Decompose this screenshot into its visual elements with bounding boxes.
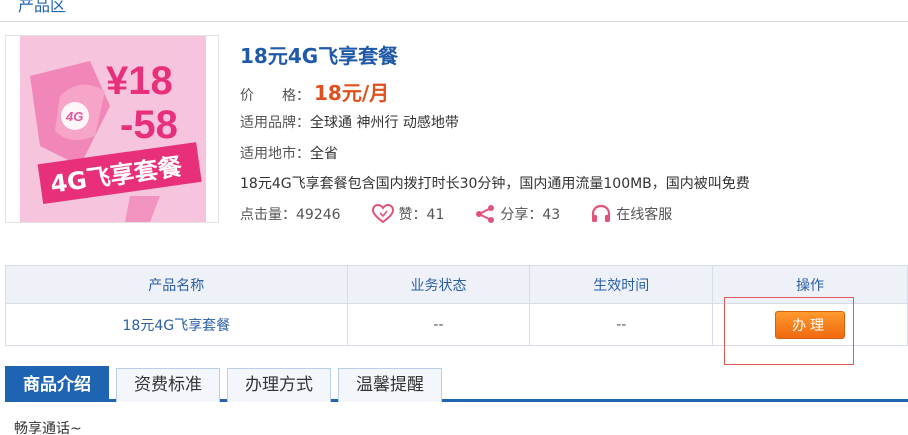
product-description: 18元4G飞享套餐包含国内拨打时长30分钟，国内通用流量100MB，国内被叫免费 <box>240 176 750 192</box>
region-value: 全省 <box>310 146 338 162</box>
price-value: 18元/月 <box>314 81 390 105</box>
region-row: 适用地市：全省 <box>240 143 338 163</box>
tab-reminder[interactable]: 温馨提醒 <box>338 368 442 402</box>
tab-pricing[interactable]: 资费标准 <box>116 368 220 402</box>
online-service-label: 在线客服 <box>616 207 673 223</box>
share-icon <box>476 205 495 223</box>
header-action: 操作 <box>712 265 908 304</box>
product-table: 产品名称 业务状态 生效时间 操作 18元4G飞享套餐 -- -- 办理 <box>5 265 908 346</box>
share-count: 分享：43 <box>500 207 561 223</box>
heart-icon <box>371 204 394 224</box>
like-button[interactable]: 赞：41 <box>371 204 445 224</box>
product-name[interactable]: 18元4G飞享套餐 <box>240 40 398 69</box>
cell-product-name: 18元4G飞享套餐 <box>5 303 348 346</box>
image-price-line1: ¥18 <box>106 59 173 103</box>
image-price-line2: -58 <box>120 103 178 147</box>
section-header: 产品区 <box>0 0 908 22</box>
image-badge: 4G <box>65 109 83 124</box>
page: 产品区 4G ¥18 -58 4G飞享套餐 18元4G飞享套餐 价 格： 18元… <box>0 0 908 435</box>
cell-status: -- <box>346 303 531 346</box>
header-effective-time: 生效时间 <box>529 265 714 304</box>
cell-action: 办理 <box>712 303 908 346</box>
header-status: 业务状态 <box>346 265 531 304</box>
region-label: 适用地市： <box>240 146 310 162</box>
product-image[interactable]: 4G ¥18 -58 4G飞享套餐 <box>5 35 219 223</box>
headset-icon <box>592 204 611 222</box>
table-row: 18元4G飞享套餐 -- -- 办理 <box>5 303 908 346</box>
click-count-text: 点击量：49246 <box>240 207 341 223</box>
brand-label: 适用品牌： <box>240 115 310 131</box>
handle-button[interactable]: 办理 <box>775 310 846 339</box>
stats-bar: 点击量：49246 赞：41 分享：43 在线客服 <box>240 203 702 225</box>
section-title: 产品区 <box>18 0 67 15</box>
tab-how-to-apply[interactable]: 办理方式 <box>227 368 331 402</box>
price-row: 价 格： 18元/月 <box>240 77 389 106</box>
detail-tabs: 商品介绍 资费标准 办理方式 温馨提醒 <box>5 366 908 402</box>
cell-effective-time: -- <box>529 303 714 346</box>
tab-product-intro[interactable]: 商品介绍 <box>5 366 109 402</box>
online-service-button[interactable]: 在线客服 <box>590 204 672 224</box>
tab-content-text: 畅享通话~ <box>14 421 82 435</box>
like-count: 赞：41 <box>398 207 445 223</box>
price-label: 价 格： <box>240 88 310 104</box>
click-count: 点击量：49246 <box>240 204 341 224</box>
header-product-name: 产品名称 <box>5 265 348 304</box>
share-button[interactable]: 分享：43 <box>474 204 560 224</box>
brand-value: 全球通 神州行 动感地带 <box>310 115 459 131</box>
table-header-row: 产品名称 业务状态 生效时间 操作 <box>5 265 908 304</box>
product-image-art: 4G ¥18 -58 4G飞享套餐 <box>20 36 206 222</box>
brand-row: 适用品牌：全球通 神州行 动感地带 <box>240 112 459 132</box>
